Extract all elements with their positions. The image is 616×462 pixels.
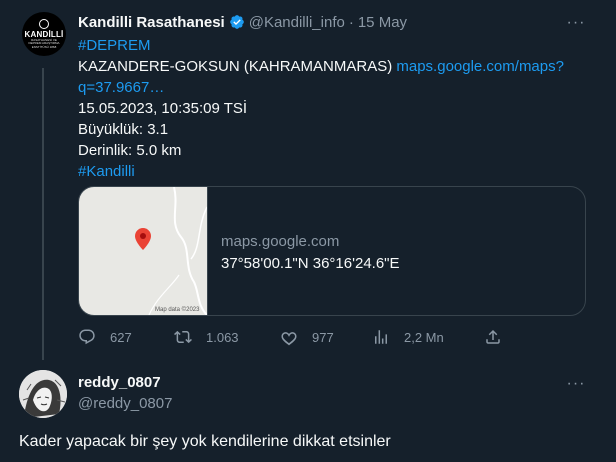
hashtag-deprem-link[interactable]: #DEPREM <box>78 37 151 54</box>
reply-text: Kader yapacak bir şey yok kendilerine di… <box>19 433 391 450</box>
reply-more-options-icon[interactable]: ··· <box>566 374 586 394</box>
logo-ring-icon <box>39 18 49 29</box>
card-domain: maps.google.com <box>221 233 340 250</box>
like-count: 977 <box>312 329 334 345</box>
retweet-button[interactable]: 1.063 <box>174 326 239 348</box>
hashtag-kandilli-link[interactable]: #Kandilli <box>78 163 135 180</box>
reddy-avatar[interactable] <box>19 370 67 418</box>
maps-link[interactable]: maps.google.com/maps? <box>396 58 564 75</box>
retweet-count: 1.063 <box>206 329 239 345</box>
tweet-actions-bar: 627 1.063 977 2,2 Mn <box>78 326 508 348</box>
share-button[interactable] <box>484 326 502 348</box>
share-icon <box>486 329 500 344</box>
kandilli-avatar[interactable]: KANDİLLİ RASATHANESİ VE DEPREM ARAŞTIRMA… <box>22 12 66 56</box>
reply-count: 627 <box>110 329 132 345</box>
author-name[interactable]: Kandilli Rasathanesi <box>78 14 225 31</box>
verified-badge-icon <box>229 15 244 29</box>
views-count: 2,2 Mn <box>404 329 444 345</box>
tweet-text: #DEPREM KAZANDERE-GOKSUN (KAHRAMANMARAS)… <box>78 35 578 182</box>
sketch-portrait-icon <box>19 370 67 418</box>
author-handle[interactable]: @Kandilli_info <box>249 14 345 31</box>
link-preview-card[interactable]: Map data ©2023 maps.google.com 37°58'00.… <box>78 186 586 316</box>
thread-connector-line <box>42 68 44 360</box>
map-roads <box>148 187 207 315</box>
tweet-header: Kandilli Rasathanesi @Kandilli_info · 15… <box>78 12 407 32</box>
more-options-icon[interactable]: ··· <box>566 13 586 33</box>
reply-icon <box>79 329 95 345</box>
tweet-date[interactable]: 15 May <box>358 14 407 31</box>
depth-line: Derinlik: 5.0 km <box>78 142 182 159</box>
like-button[interactable]: 977 <box>280 326 334 348</box>
views-button[interactable]: 2,2 Mn <box>372 326 444 348</box>
datetime-line: 15.05.2023, 10:35:09 TSİ <box>78 100 248 117</box>
reply-button[interactable]: 627 <box>78 326 132 348</box>
header-separator: · <box>348 13 354 31</box>
magnitude-line: Büyüklük: 3.1 <box>78 121 169 138</box>
map-thumbnail: Map data ©2023 <box>79 187 208 315</box>
heart-icon <box>281 332 297 346</box>
maps-link-continued[interactable]: q=37.9667… <box>78 79 164 96</box>
card-title: 37°58'00.1"N 36°16'24.6"E <box>221 255 400 272</box>
map-pin-icon <box>135 228 151 250</box>
location-text: KAZANDERE-GOKSUN (KAHRAMANMARAS) <box>78 58 393 75</box>
views-chart-icon <box>375 330 387 344</box>
reply-author-handle[interactable]: @reddy_0807 <box>78 395 172 412</box>
map-credit: Map data ©2023 <box>155 307 200 313</box>
retweet-icon <box>174 330 192 344</box>
reply-author-name[interactable]: reddy_0807 <box>78 374 161 391</box>
avatar-logo-subtext: RASATHANESİ VE DEPREM ARAŞTIRMA ENSTİTÜS… <box>28 37 60 49</box>
reply-header: reddy_0807 <box>78 374 161 391</box>
